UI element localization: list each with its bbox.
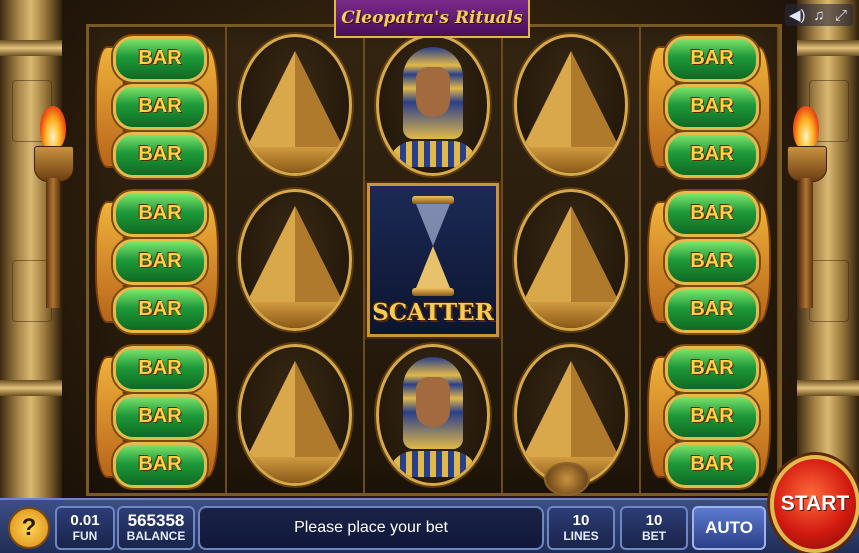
triple-bar-symbol: BAR BAR BAR	[647, 32, 771, 178]
scatter-symbol: SCATTER	[367, 182, 499, 337]
flame-icon	[793, 106, 819, 150]
flame-icon	[40, 106, 66, 150]
reel-4	[503, 27, 641, 493]
pyramid-symbol	[514, 33, 628, 176]
pyramid-symbol	[514, 188, 628, 331]
left-torch	[30, 106, 76, 310]
bar-label: BAR	[665, 238, 759, 285]
help-button[interactable]: ?	[8, 507, 50, 549]
denomination-value: 0.01	[70, 512, 100, 529]
bar-label: BAR	[113, 345, 207, 392]
bar-label: BAR	[665, 441, 759, 488]
reel-cell	[227, 337, 363, 492]
music-icon[interactable]: ♫	[811, 7, 827, 24]
reel-cell	[227, 27, 363, 182]
auto-button[interactable]: AUTO	[692, 506, 766, 550]
game-screen: BAR BAR BAR BAR BAR BAR BAR BAR BAR SCATTER BAR BAR…	[0, 0, 859, 553]
lines-selector[interactable]: 10 LINES	[547, 506, 615, 550]
bet-selector[interactable]: 10 BET	[620, 506, 688, 550]
bar-label: BAR	[113, 393, 207, 440]
pharaoh-symbol	[376, 33, 490, 176]
scarab-ornament	[544, 462, 590, 496]
reel-area: BAR BAR BAR BAR BAR BAR BAR BAR BAR SCATTER BAR BAR…	[86, 24, 782, 496]
reel-cell: BAR BAR BAR	[89, 27, 225, 182]
start-button[interactable]: START	[770, 455, 859, 553]
lines-value: 10	[572, 512, 590, 529]
top-controls: ◀) ♫ ⤢	[785, 4, 853, 26]
status-message: Please place your bet	[198, 506, 544, 550]
triple-bar-symbol: BAR BAR BAR	[647, 342, 771, 488]
balance-box: 565358 BALANCE	[117, 506, 195, 550]
triple-bar-symbol: BAR BAR BAR	[95, 342, 219, 488]
balance-label: BALANCE	[126, 529, 186, 543]
reel-cell: BAR BAR BAR	[641, 27, 777, 182]
reel-cell: BAR BAR BAR	[641, 337, 777, 492]
reel-cell: BAR BAR BAR	[89, 337, 225, 492]
denomination-label: FUN	[72, 529, 98, 543]
bet-label: BET	[642, 529, 666, 543]
bar-label: BAR	[665, 190, 759, 237]
reel-cell	[365, 27, 501, 182]
reel-cell	[503, 182, 639, 337]
bar-label: BAR	[665, 131, 759, 178]
bar-label: BAR	[113, 238, 207, 285]
bar-label: BAR	[113, 286, 207, 333]
reel-5: BAR BAR BAR BAR BAR BAR BAR BAR BAR	[641, 27, 779, 493]
bar-label: BAR	[665, 345, 759, 392]
denomination-box[interactable]: 0.01 FUN	[55, 506, 115, 550]
pyramid-symbol	[238, 343, 352, 486]
triple-bar-symbol: BAR BAR BAR	[95, 187, 219, 333]
bar-label: BAR	[113, 441, 207, 488]
lines-label: LINES	[563, 529, 599, 543]
fullscreen-icon[interactable]: ⤢	[833, 7, 849, 24]
scatter-label: SCATTER	[372, 298, 494, 326]
reel-cell	[227, 182, 363, 337]
reel-cell: BAR BAR BAR	[89, 182, 225, 337]
reel-cell	[503, 27, 639, 182]
bar-label: BAR	[665, 393, 759, 440]
pharaoh-symbol	[376, 343, 490, 486]
triple-bar-symbol: BAR BAR BAR	[647, 187, 771, 333]
reel-cell: BAR BAR BAR	[641, 182, 777, 337]
triple-bar-symbol: BAR BAR BAR	[95, 32, 219, 178]
right-torch	[783, 106, 829, 310]
hourglass-icon	[408, 195, 458, 296]
bar-label: BAR	[113, 190, 207, 237]
bar-label: BAR	[665, 286, 759, 333]
reel-2	[227, 27, 365, 493]
bet-value: 10	[645, 512, 663, 529]
pyramid-symbol	[238, 33, 352, 176]
reel-1: BAR BAR BAR BAR BAR BAR BAR BAR BAR	[89, 27, 227, 493]
balance-value: 565358	[127, 511, 185, 530]
reel-3: SCATTER	[365, 27, 503, 493]
reel-cell: SCATTER	[365, 182, 501, 337]
bar-label: BAR	[665, 83, 759, 130]
game-title: Cleopatra's Rituals	[334, 0, 530, 38]
bar-label: BAR	[113, 131, 207, 178]
volume-icon[interactable]: ◀)	[789, 6, 806, 24]
bar-label: BAR	[665, 35, 759, 82]
bar-label: BAR	[113, 35, 207, 82]
pyramid-symbol	[238, 188, 352, 331]
reel-cell	[365, 337, 501, 492]
bar-label: BAR	[113, 83, 207, 130]
